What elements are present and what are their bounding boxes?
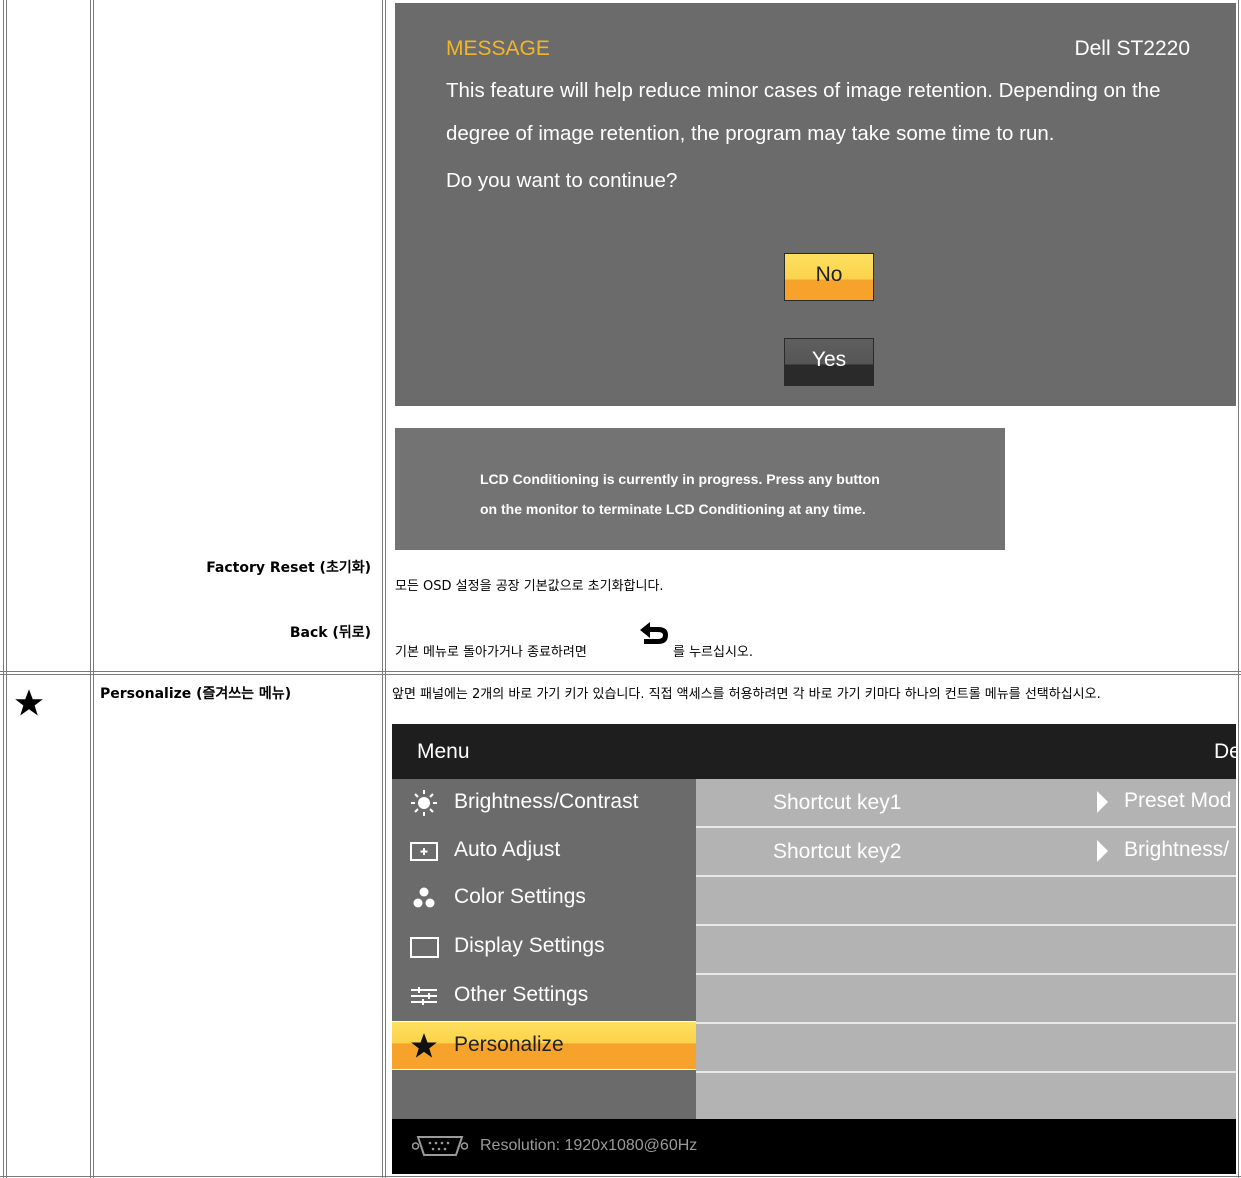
back-label: Back (뒤로) xyxy=(289,625,371,641)
factory-reset-description: 모든 OSD 설정을 공장 기본값으로 초기화합니다. xyxy=(395,579,664,594)
star-icon xyxy=(14,688,44,718)
other-settings-icon xyxy=(409,982,439,1010)
no-button[interactable]: No xyxy=(784,253,874,301)
menu-item-auto-adjust[interactable]: Auto Adjust xyxy=(392,827,696,874)
color-settings-icon xyxy=(409,884,439,912)
auto-adjust-icon xyxy=(409,837,439,865)
factory-reset-label: Factory Reset (초기화) xyxy=(206,560,371,576)
menu-item-label: Color Settings xyxy=(454,885,586,908)
menu-item-brightness-contrast[interactable]: Brightness/Contrast xyxy=(392,779,696,826)
message-dialog: MESSAGE Dell ST2220 This feature will he… xyxy=(395,3,1236,406)
col-divider-2a xyxy=(382,0,383,1178)
col-divider-1b xyxy=(93,0,94,1178)
osd-menu-title: Menu xyxy=(417,740,470,763)
shortcut-key-label: Shortcut key1 xyxy=(773,791,902,814)
arrow-right-icon xyxy=(1097,840,1108,862)
empty-row xyxy=(696,877,1236,926)
menu-item-color-settings[interactable]: Color Settings xyxy=(392,874,696,921)
empty-row xyxy=(696,975,1236,1024)
menu-item-display-settings[interactable]: Display Settings xyxy=(392,923,696,970)
back-description-before: 기본 메뉴로 돌아가거나 종료하려면 xyxy=(395,645,587,660)
table-border-bottom xyxy=(0,1176,1241,1177)
col-divider-2b xyxy=(385,0,386,1178)
osd-footer: Resolution: 1920x1080@60Hz xyxy=(392,1119,1236,1174)
personalize-label: Personalize (즐겨쓰는 메뉴) xyxy=(100,686,292,702)
dialog-text-line-1: This feature will help reduce minor case… xyxy=(446,79,1161,102)
arrow-right-icon xyxy=(1097,791,1108,813)
osd-menu-list: Brightness/Contrast Auto Adjust Color Se… xyxy=(392,779,696,1119)
menu-item-label: Other Settings xyxy=(454,983,589,1006)
personalize-description: 앞면 패널에는 2개의 바로 가기 키가 있습니다. 직접 액세스를 허용하려면… xyxy=(392,687,1101,702)
row-divider-a xyxy=(0,671,1241,672)
menu-item-label: Brightness/Contrast xyxy=(454,790,639,813)
dialog-text-line-3: Do you want to continue? xyxy=(446,169,678,192)
empty-row xyxy=(696,1024,1236,1073)
shortcut-value: Preset Mod xyxy=(1124,789,1232,812)
shortcut-value: Brightness/ xyxy=(1124,838,1230,861)
menu-item-other-settings[interactable]: Other Settings xyxy=(392,972,696,1019)
lcd-conditioning-message: LCD Conditioning is currently in progres… xyxy=(395,428,1005,550)
dialog-model: Dell ST2220 xyxy=(1074,37,1190,60)
table-border-right xyxy=(1238,0,1239,1178)
shortcut-row-2[interactable]: Shortcut key2 Brightness/ xyxy=(696,828,1236,877)
shortcut-row-1[interactable]: Shortcut key1 Preset Mod xyxy=(696,779,1236,828)
osd-brand: De xyxy=(1214,740,1236,763)
star-icon xyxy=(409,1032,439,1060)
empty-row xyxy=(696,926,1236,975)
col-divider-1a xyxy=(90,0,91,1178)
back-description-after: 를 누르십시오. xyxy=(673,645,754,660)
menu-item-label: Auto Adjust xyxy=(454,838,561,861)
progress-text-line-1: LCD Conditioning is currently in progres… xyxy=(480,471,880,487)
resolution-readout: Resolution: 1920x1080@60Hz xyxy=(480,1137,698,1154)
yes-button[interactable]: Yes xyxy=(784,338,874,386)
dialog-text-line-2: degree of image retention, the program m… xyxy=(446,122,1055,145)
vga-connector-icon xyxy=(411,1133,469,1159)
dialog-title: MESSAGE xyxy=(446,37,550,60)
row-divider-b xyxy=(0,674,1241,675)
display-settings-icon xyxy=(409,933,439,961)
osd-header: Menu De xyxy=(392,724,1236,779)
osd-shortcut-panel: Shortcut key1 Preset Mod Shortcut key2 B… xyxy=(696,779,1236,1119)
progress-text-line-2: on the monitor to terminate LCD Conditio… xyxy=(480,501,866,517)
table-border-left-inner xyxy=(6,0,7,1178)
osd-menu-screenshot: Menu De Brightness/Contrast Auto Adjust … xyxy=(392,724,1236,1174)
shortcut-key-label: Shortcut key2 xyxy=(773,840,902,863)
back-arrow-icon xyxy=(636,620,672,650)
brightness-icon xyxy=(409,789,439,817)
menu-item-personalize[interactable]: Personalize xyxy=(392,1021,696,1070)
table-border-left xyxy=(3,0,4,1178)
menu-item-label: Display Settings xyxy=(454,934,605,957)
menu-item-label: Personalize xyxy=(454,1033,564,1056)
